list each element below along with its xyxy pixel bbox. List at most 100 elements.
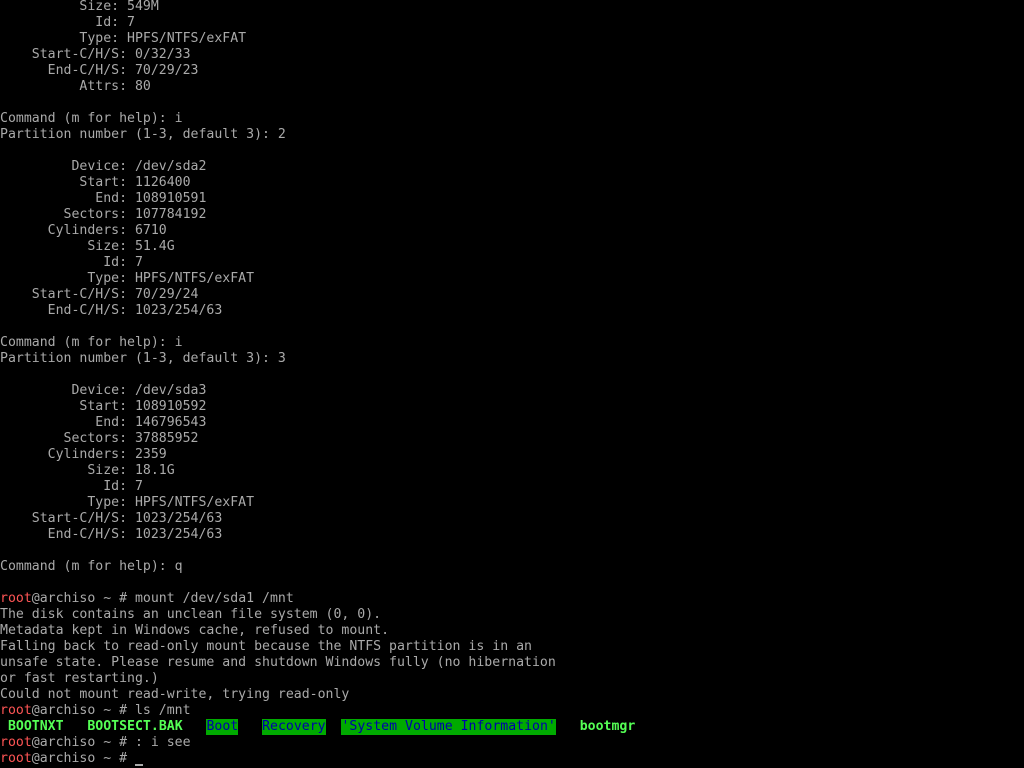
output-line: Size: 51.4G (0, 239, 175, 255)
output-line: Cylinders: 6710 (0, 223, 167, 239)
output-line: Could not mount read-write, trying read-… (0, 687, 349, 703)
output-text: Size: 549M (0, 0, 159, 14)
output-text: Start: 1126400 (0, 175, 191, 190)
ls-output-line: BOOTNXT BOOTSECT.BAK Boot Recovery 'Syst… (0, 719, 635, 735)
prompt-command: @archiso ~ # mount /dev/sda1 /mnt (31, 591, 294, 606)
ls-spacer (238, 719, 262, 735)
ls-spacer (183, 719, 207, 735)
output-text: Sectors: 107784192 (0, 207, 207, 222)
output-line: Sectors: 37885952 (0, 431, 199, 447)
output-text: Device: /dev/sda3 (0, 383, 207, 398)
output-line: Command (m for help): i (0, 335, 183, 351)
ls-file-entry: BOOTNXT (7, 719, 64, 734)
output-text: Start-C/H/S: 0/32/33 (0, 47, 191, 62)
output-text: Cylinders: 6710 (0, 223, 167, 238)
output-text: Id: 7 (0, 15, 135, 30)
output-text: or fast restarting.) (0, 671, 159, 686)
output-line: Id: 7 (0, 255, 143, 271)
output-line: Metadata kept in Windows cache, refused … (0, 623, 389, 639)
text-cursor[interactable] (134, 764, 143, 766)
prompt-user: root (0, 751, 32, 766)
output-text: Size: 18.1G (0, 463, 175, 478)
output-line: Id: 7 (0, 15, 135, 31)
prompt-command: @archiso ~ # (31, 751, 135, 766)
output-text: Partition number (1-3, default 3): 3 (0, 351, 286, 366)
output-line: End: 146796543 (0, 415, 206, 431)
prompt-line: root @archiso ~ # ls /mnt (0, 703, 191, 719)
prompt-command: @archiso ~ # ls /mnt (31, 703, 191, 718)
prompt-user: root (0, 703, 32, 718)
prompt-line: root @archiso ~ # mount /dev/sda1 /mnt (0, 591, 294, 607)
output-line: unsafe state. Please resume and shutdown… (0, 655, 556, 671)
output-line: or fast restarting.) (0, 671, 159, 687)
output-line: Sectors: 107784192 (0, 207, 207, 223)
output-text: Type: HPFS/NTFS/exFAT (0, 271, 255, 286)
output-line: Start-C/H/S: 70/29/24 (0, 287, 199, 303)
output-text: Command (m for help): i (0, 111, 183, 126)
ls-spacer (326, 719, 342, 735)
output-line: Command (m for help): i (0, 111, 183, 127)
output-text: End: 108910591 (0, 191, 207, 206)
output-line: Device: /dev/sda3 (0, 383, 206, 399)
output-text: End-C/H/S: 1023/254/63 (0, 527, 223, 542)
ls-file-entry: bootmgr (579, 719, 636, 734)
ls-spacer (556, 719, 580, 735)
output-line: Partition number (1-3, default 3): 2 (0, 127, 286, 143)
ls-directory-entry: Recovery (262, 719, 326, 735)
prompt-command: @archiso ~ # : i see (31, 735, 191, 750)
output-line: Cylinders: 2359 (0, 447, 167, 463)
output-text: Partition number (1-3, default 3): 2 (0, 127, 286, 142)
output-line: Size: 18.1G (0, 463, 175, 479)
output-text: Start-C/H/S: 1023/254/63 (0, 511, 223, 526)
output-text: Cylinders: 2359 (0, 447, 167, 462)
output-text: The disk contains an unclean file system… (0, 607, 382, 622)
output-text: Start: 108910592 (0, 399, 207, 414)
output-text: Sectors: 37885952 (0, 431, 199, 446)
output-line: Device: /dev/sda2 (0, 159, 206, 175)
prompt-line: root @archiso ~ # : i see (0, 735, 191, 751)
output-line: Command (m for help): q (0, 559, 183, 575)
output-text: Device: /dev/sda2 (0, 159, 207, 174)
output-line: Type: HPFS/NTFS/exFAT (0, 495, 254, 511)
output-line: End-C/H/S: 1023/254/63 (0, 527, 223, 543)
output-text: Command (m for help): q (0, 559, 183, 574)
prompt-user: root (0, 735, 32, 750)
output-line: Id: 7 (0, 479, 143, 495)
output-text: Start-C/H/S: 70/29/24 (0, 287, 199, 302)
output-text: Id: 7 (0, 479, 143, 494)
ls-directory-entry: Boot (206, 719, 239, 735)
prompt-user: root (0, 591, 32, 606)
prompt-line: root @archiso ~ # (0, 751, 143, 767)
output-text: Size: 51.4G (0, 239, 175, 254)
output-line: End: 108910591 (0, 191, 206, 207)
terminal-window[interactable]: Size: 549M Id: 7 Type: HPFS/NTFS/exFAT S… (0, 0, 1024, 768)
output-line: Start-C/H/S: 1023/254/63 (0, 511, 223, 527)
output-text: End: 146796543 (0, 415, 207, 430)
ls-directory-entry: 'System Volume Information' (341, 719, 556, 735)
output-text: Type: HPFS/NTFS/exFAT (0, 31, 247, 46)
output-line: Size: 549M (0, 0, 159, 15)
output-line: Start: 108910592 (0, 399, 206, 415)
output-line: Type: HPFS/NTFS/exFAT (0, 31, 246, 47)
output-text: End-C/H/S: 70/29/23 (0, 63, 199, 78)
output-text: Attrs: 80 (0, 79, 151, 94)
output-line: Start-C/H/S: 0/32/33 (0, 47, 191, 63)
output-text: Command (m for help): i (0, 335, 183, 350)
output-text: Type: HPFS/NTFS/exFAT (0, 495, 255, 510)
output-line: Attrs: 80 (0, 79, 151, 95)
ls-file-entry: BOOTSECT.BAK (87, 719, 183, 734)
output-line: Type: HPFS/NTFS/exFAT (0, 271, 254, 287)
output-text: End-C/H/S: 1023/254/63 (0, 303, 223, 318)
output-line: Falling back to read-only mount because … (0, 639, 532, 655)
output-line: End-C/H/S: 1023/254/63 (0, 303, 223, 319)
output-text: Could not mount read-write, trying read-… (0, 687, 350, 702)
output-text: Metadata kept in Windows cache, refused … (0, 623, 390, 638)
ls-spacer (64, 719, 88, 735)
output-text: Falling back to read-only mount because … (0, 639, 532, 654)
ls-spacer (0, 719, 8, 735)
output-text: unsafe state. Please resume and shutdown… (0, 655, 556, 670)
output-line: Partition number (1-3, default 3): 3 (0, 351, 286, 367)
output-line: Start: 1126400 (0, 175, 191, 191)
output-text: Id: 7 (0, 255, 143, 270)
output-line: The disk contains an unclean file system… (0, 607, 381, 623)
